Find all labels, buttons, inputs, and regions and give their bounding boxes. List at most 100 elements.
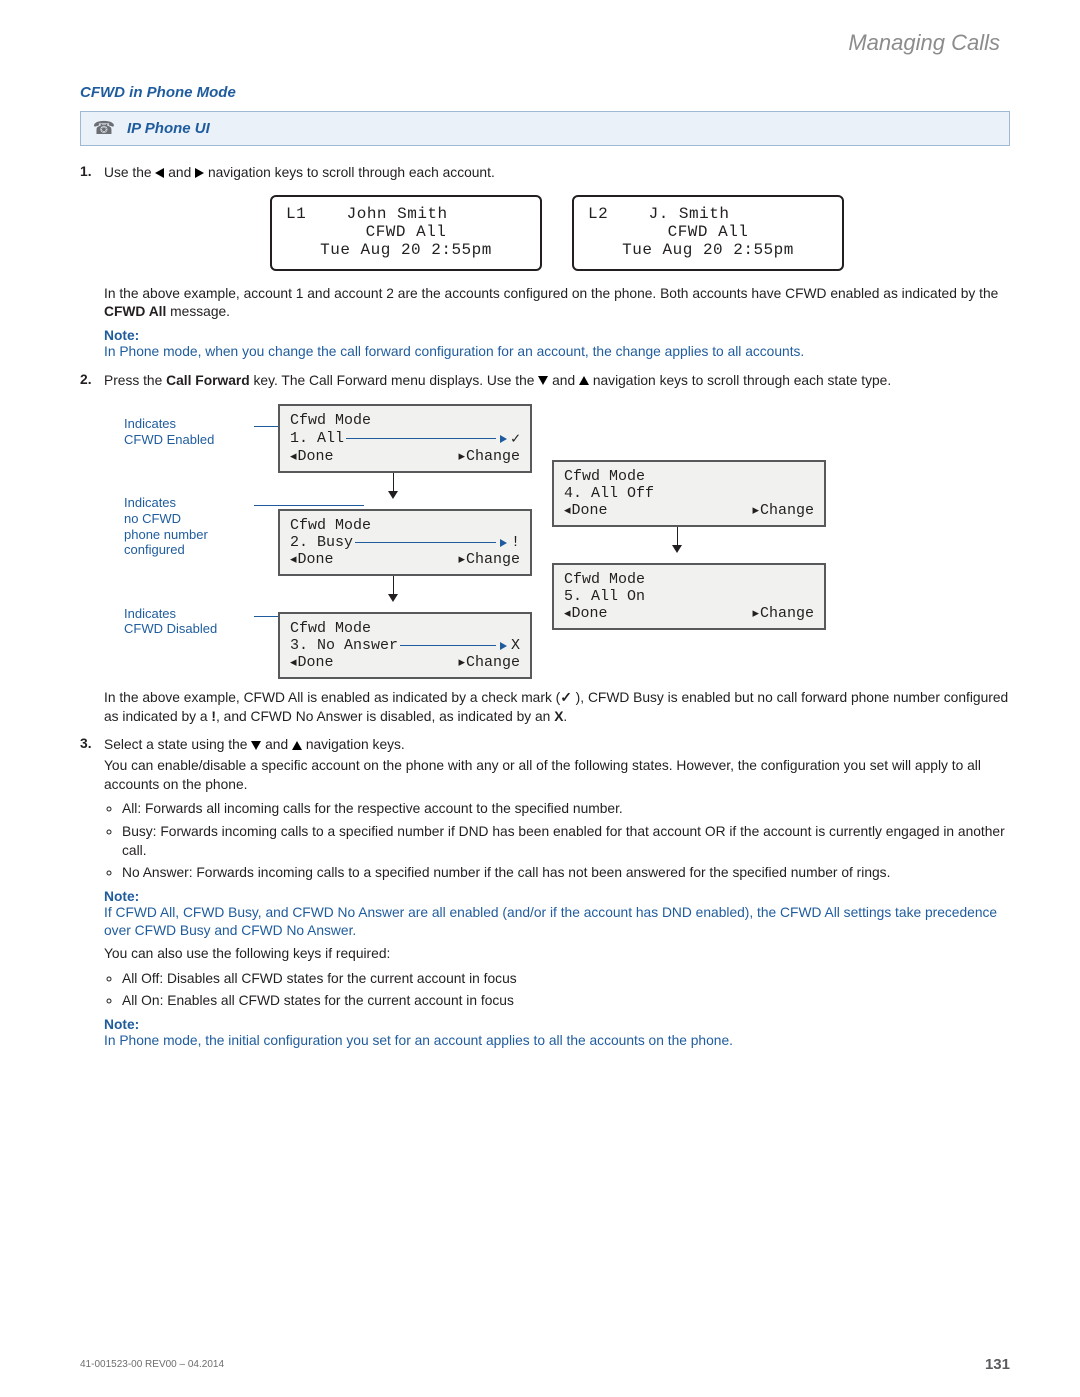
screen-hdr: Cfwd Mode: [290, 620, 520, 637]
step-3: Select a state using the and navigation …: [80, 736, 1010, 1050]
lcd1-line3: Tue Aug 20 2:55pm: [286, 241, 526, 259]
softkey-change: Change: [458, 551, 520, 568]
softkey-done: Done: [290, 551, 334, 568]
step2-explain: In the above example, CFWD All is enable…: [104, 689, 1010, 726]
nav-up-icon: [579, 376, 589, 385]
step-2: Press the Call Forward key. The Call For…: [80, 372, 1010, 727]
screen-all: Cfwd Mode 1. All ✓ Done Change: [278, 404, 532, 473]
softkey-done: Done: [290, 448, 334, 465]
s3-c: navigation keys.: [306, 737, 405, 752]
screen-hdr: Cfwd Mode: [564, 571, 814, 588]
page-number: 131: [985, 1356, 1010, 1373]
p1c: message.: [166, 304, 230, 319]
note2-text: If CFWD All, CFWD Busy, and CFWD No Answ…: [104, 904, 1010, 941]
note3-text: In Phone mode, the initial configuration…: [104, 1032, 1010, 1051]
note2-label: Note:: [104, 889, 1010, 904]
softkey-change: Change: [752, 502, 814, 519]
softkey-done: Done: [564, 502, 608, 519]
label-no-number: Indicates no CFWD phone number configure…: [124, 495, 254, 557]
screen-busy: Cfwd Mode 2. Busy ! Done Change: [278, 509, 532, 576]
s2-e: navigation keys to scroll through each s…: [593, 373, 891, 388]
step1-text-a: Use the: [104, 165, 155, 180]
state-2: 2. Busy: [290, 534, 353, 551]
screen-all-off: Cfwd Mode 4. All Off Done Change: [552, 460, 826, 527]
page-footer: 41-001523-00 REV00 – 04.2014 131: [80, 1356, 1010, 1373]
nav-right-icon: [195, 168, 204, 178]
state-bullets: All: Forwards all incoming calls for the…: [122, 800, 1010, 883]
ip-phone-ui-callout: ☎ IP Phone UI: [80, 111, 1010, 146]
softkey-done: Done: [290, 654, 334, 671]
diagram-labels: Indicates CFWD Enabled Indicates no CFWD…: [124, 404, 254, 679]
diagram-col-left: Cfwd Mode 1. All ✓ Done Change: [278, 404, 528, 679]
screen-all-on: Cfwd Mode 5. All On Done Change: [552, 563, 826, 630]
screen-no-answer: Cfwd Mode 3. No Answer X Done Change: [278, 612, 532, 679]
step1-text-b: and: [168, 165, 195, 180]
note1-label: Note:: [104, 328, 1010, 343]
running-header: Managing Calls: [80, 30, 1000, 56]
nav-up-icon: [292, 741, 302, 750]
lcd-row: L1 John Smith CFWD All Tue Aug 20 2:55pm…: [104, 195, 1010, 271]
allonoff-bullets: All Off: Disables all CFWD states for th…: [122, 970, 1010, 1011]
p2e: , and CFWD No Answer is disabled, as ind…: [216, 709, 554, 724]
state-arrow-head: [500, 539, 507, 547]
s2-a: Press the: [104, 373, 166, 388]
mark-x: X: [511, 637, 520, 654]
step1-explain: In the above example, account 1 and acco…: [104, 285, 1010, 322]
note1-text: In Phone mode, when you change the call …: [104, 343, 1010, 362]
p1b: CFWD All: [104, 304, 166, 319]
bullet-busy: Busy: Forwards incoming calls to a speci…: [122, 823, 1010, 860]
nav-left-icon: [155, 168, 164, 178]
state-1: 1. All: [290, 430, 344, 447]
lcd2-line1: L2 J. Smith: [588, 205, 828, 223]
step1-text-c: navigation keys to scroll through each a…: [208, 165, 495, 180]
softkey-change: Change: [752, 605, 814, 622]
label-disabled: Indicates CFWD Disabled: [124, 606, 254, 637]
bullet-no-answer: No Answer: Forwards incoming calls to a …: [122, 864, 1010, 883]
lcd1-line2: CFWD All: [286, 223, 526, 241]
softkey-done: Done: [564, 605, 608, 622]
mark-bang: !: [511, 534, 520, 551]
s2-b: Call Forward: [166, 373, 250, 388]
label-enabled: Indicates CFWD Enabled: [124, 416, 254, 447]
bullet-all-on: All On: Enables all CFWD states for the …: [122, 992, 1010, 1011]
lcd2-line3: Tue Aug 20 2:55pm: [588, 241, 828, 259]
p2a: In the above example, CFWD All is enable…: [104, 690, 560, 705]
section-title: CFWD in Phone Mode: [80, 84, 1010, 101]
state-arrow-line: [400, 645, 496, 646]
s3-d: You can enable/disable a specific accoun…: [104, 757, 1010, 794]
diagram-col-right: Cfwd Mode 4. All Off Done Change Cf: [552, 404, 822, 679]
callout-title: IP Phone UI: [127, 120, 210, 137]
state-4: 4. All Off: [564, 485, 654, 502]
step-1: Use the and navigation keys to scroll th…: [80, 164, 1010, 362]
lcd-account-2: L2 J. Smith CFWD All Tue Aug 20 2:55pm: [572, 195, 844, 271]
state-arrow-head: [500, 642, 507, 650]
screen-hdr: Cfwd Mode: [290, 412, 520, 429]
screen-hdr: Cfwd Mode: [290, 517, 520, 534]
p1a: In the above example, account 1 and acco…: [104, 286, 998, 301]
p2g: .: [563, 709, 567, 724]
phone-icon: ☎: [91, 118, 117, 139]
state-5: 5. All On: [564, 588, 645, 605]
s2-c: key. The Call Forward menu displays. Use…: [250, 373, 539, 388]
state-arrow-line: [355, 542, 496, 543]
s2-d: and: [552, 373, 579, 388]
lcd2-line2: CFWD All: [588, 223, 828, 241]
para3: You can also use the following keys if r…: [104, 945, 1010, 964]
softkey-change: Change: [458, 654, 520, 671]
p2f: X: [554, 709, 563, 724]
lcd1-line1: L1 John Smith: [286, 205, 526, 223]
s3-b: and: [265, 737, 292, 752]
bullet-all-off: All Off: Disables all CFWD states for th…: [122, 970, 1010, 989]
page: Managing Calls CFWD in Phone Mode ☎ IP P…: [0, 0, 1080, 1397]
note3-label: Note:: [104, 1017, 1010, 1032]
bullet-all: All: Forwards all incoming calls for the…: [122, 800, 1010, 819]
softkey-change: Change: [458, 448, 520, 465]
s3-a: Select a state using the: [104, 737, 251, 752]
nav-down-icon: [538, 376, 548, 385]
state-arrow-line: [346, 438, 496, 439]
lcd-account-1: L1 John Smith CFWD All Tue Aug 20 2:55pm: [270, 195, 542, 271]
p2b: ✓: [560, 690, 572, 705]
state-arrow-head: [500, 435, 507, 443]
nav-down-icon: [251, 741, 261, 750]
doc-id: 41-001523-00 REV00 – 04.2014: [80, 1359, 224, 1370]
